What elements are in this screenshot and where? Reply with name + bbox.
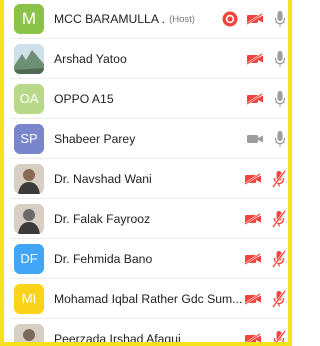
participant-name-text: OPPO A15 (54, 91, 114, 106)
avatar (14, 163, 44, 194)
avatar (14, 323, 44, 342)
participant-row[interactable]: OA OPPO A15 (10, 79, 288, 119)
avatar: DF (14, 243, 44, 274)
participant-row[interactable]: Dr. Navshad Wani (10, 159, 288, 199)
video-icon[interactable] (246, 133, 264, 145)
participant-status-icons (246, 119, 286, 158)
video-off-icon[interactable] (244, 292, 262, 305)
participant-name-text: Dr. Falak Fayrooz (54, 211, 151, 226)
participant-status-icons (244, 199, 286, 238)
mic-icon[interactable] (274, 50, 286, 68)
avatar: M (14, 4, 44, 34)
participant-name: Mohamad Iqbal Rather Gdc Sum... (54, 279, 242, 318)
video-off-icon[interactable] (244, 332, 262, 342)
participant-status-icons (246, 39, 286, 78)
participant-status-icons (244, 319, 286, 342)
participant-name: Dr. Navshad Wani (54, 159, 152, 198)
host-label: (Host) (169, 13, 195, 25)
mic-icon[interactable] (274, 130, 286, 148)
participant-name-text: Mohamad Iqbal Rather Gdc Sum... (54, 291, 243, 306)
participant-row[interactable]: Dr. Falak Fayrooz (10, 199, 288, 239)
participant-row[interactable]: DF Dr. Fehmida Bano (10, 239, 288, 279)
participant-name-text: Dr. Navshad Wani (54, 171, 152, 186)
participant-row[interactable]: Peerzada Irshad Afaqui (10, 319, 288, 346)
participant-name-text: Shabeer Parey (54, 131, 136, 146)
video-off-icon[interactable] (244, 172, 262, 185)
participant-row[interactable]: Arshad Yatoo (10, 39, 288, 79)
video-off-icon[interactable] (246, 13, 264, 25)
participant-name: Peerzada Irshad Afaqui (54, 319, 181, 346)
participant-name: Arshad Yatoo (54, 39, 127, 78)
participant-name-text: Arshad Yatoo (54, 51, 127, 66)
participant-name-text: MCC BARAMULLA . (54, 12, 166, 26)
mic-muted-icon[interactable] (272, 249, 286, 268)
video-off-icon[interactable] (244, 212, 262, 225)
avatar: OA (14, 83, 44, 114)
participant-name: Dr. Fehmida Bano (54, 239, 152, 278)
participant-name-text: Peerzada Irshad Afaqui (54, 331, 181, 346)
mic-icon[interactable] (274, 90, 286, 108)
participant-name: Dr. Falak Fayrooz (54, 199, 150, 238)
avatar-photo (14, 323, 44, 342)
participant-status-icons (244, 279, 286, 318)
mic-icon[interactable] (274, 10, 286, 28)
participant-status-icons (222, 0, 286, 38)
participant-list: M MCC BARAMULLA . (Host) Arshad Yatoo OA OPPO… (10, 0, 288, 346)
participant-status-icons (244, 159, 286, 198)
mic-muted-icon[interactable] (272, 209, 286, 228)
avatar: SP (14, 123, 44, 154)
video-off-icon[interactable] (244, 252, 262, 265)
mic-muted-icon[interactable] (272, 289, 286, 308)
participant-row[interactable]: SP Shabeer Parey (10, 119, 288, 159)
participant-name: MCC BARAMULLA . (Host) (54, 0, 195, 38)
participant-status-icons (244, 239, 286, 278)
video-off-icon[interactable] (246, 52, 264, 65)
participant-status-icons (246, 79, 286, 118)
avatar (14, 43, 44, 74)
participant-name: Shabeer Parey (54, 119, 135, 158)
avatar (14, 203, 44, 234)
avatar-photo (14, 163, 44, 194)
avatar-photo (14, 203, 44, 234)
participant-row[interactable]: MI Mohamad Iqbal Rather Gdc Sum... (10, 279, 288, 319)
avatar: MI (14, 283, 44, 314)
participant-row[interactable]: M MCC BARAMULLA . (Host) (10, 0, 288, 39)
participant-panel: M MCC BARAMULLA . (Host) Arshad Yatoo OA OPPO… (0, 0, 292, 346)
avatar-photo (14, 43, 44, 74)
mic-muted-icon[interactable] (272, 169, 286, 188)
participant-name-text: Dr. Fehmida Bano (54, 251, 153, 266)
video-off-icon[interactable] (246, 92, 264, 105)
mic-muted-icon[interactable] (272, 329, 286, 342)
recording-icon (222, 11, 238, 27)
participant-name: OPPO A15 (54, 79, 114, 118)
